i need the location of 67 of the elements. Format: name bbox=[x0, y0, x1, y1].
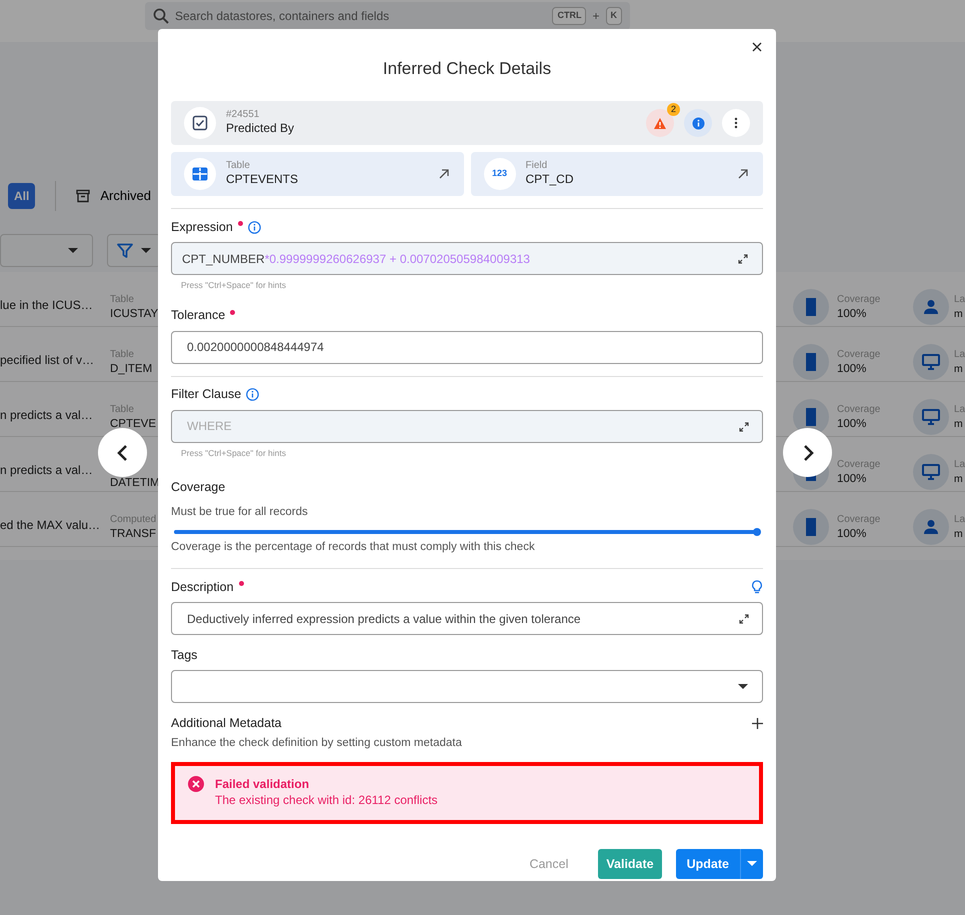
coverage-label: Coverage bbox=[837, 348, 880, 362]
user-label: La bbox=[954, 348, 965, 362]
expression-field[interactable]: CPT_NUMBER*0.9999999260626937 + 0.007020505984009313 bbox=[171, 242, 763, 275]
count-badge: 2 bbox=[666, 103, 680, 116]
coverage-label: Coverage bbox=[837, 513, 880, 527]
coverage-caption: Coverage is the percentage of records that must comply with this check bbox=[171, 540, 536, 555]
table-cell-text: pecified list of v… bbox=[0, 352, 96, 369]
link-card[interactable]: Table CPTEVENTS bbox=[171, 152, 464, 196]
container-type-label: Table bbox=[110, 348, 135, 362]
coverage-subtitle: Must be true for all records bbox=[171, 504, 309, 520]
field-label: Filter Clause bbox=[171, 386, 242, 404]
user-name: m bbox=[954, 362, 964, 376]
container-name: D_ITEM bbox=[110, 362, 152, 376]
search-field[interactable]: Search datastores, containers and fields CTRL + K bbox=[145, 2, 630, 30]
container-type-label: Table bbox=[110, 292, 135, 306]
tolerance-field[interactable]: 0.0020000000848444974 bbox=[171, 330, 763, 364]
link-label: Table bbox=[226, 160, 251, 172]
user-label: La bbox=[954, 293, 965, 307]
container-name: TRANSF bbox=[110, 526, 156, 540]
container-type-label: Computed bbox=[110, 512, 156, 526]
hint-text: Press "Ctrl+Space" for hints bbox=[181, 446, 288, 460]
field-type-icon: 123 bbox=[492, 167, 508, 181]
coverage-value: 100% bbox=[837, 362, 868, 376]
user-label: La bbox=[954, 513, 965, 527]
user-label: La bbox=[954, 403, 965, 417]
coverage-value: 100% bbox=[837, 527, 868, 541]
link-label: Field bbox=[526, 160, 548, 172]
coverage-label: Coverage bbox=[837, 293, 880, 307]
table-cell-text: lue in the ICUS… bbox=[0, 297, 94, 314]
field-label: Tolerance bbox=[171, 307, 226, 324]
coverage-label: Coverage bbox=[837, 403, 880, 417]
filter-tab[interactable]: Archived bbox=[76, 186, 151, 206]
link-value: CPT_CD bbox=[526, 172, 575, 188]
user-name: m bbox=[954, 417, 964, 431]
field-label: Description bbox=[171, 578, 234, 596]
container-name: ICUSTAY bbox=[110, 306, 158, 320]
user-label: La bbox=[954, 458, 965, 472]
coverage-value: 100% bbox=[837, 417, 868, 431]
table-cell-text: ed the MAX valu… bbox=[0, 517, 102, 534]
user-name: m bbox=[954, 472, 964, 486]
check-name: Predicted By bbox=[226, 121, 296, 137]
dialog-title: Inferred Check Details bbox=[382, 59, 552, 80]
field-label: Coverage bbox=[171, 479, 226, 496]
check-id: #24551 bbox=[226, 109, 260, 122]
user-name: m bbox=[954, 307, 964, 321]
container-type-label: Table bbox=[110, 402, 135, 416]
filter-tab[interactable]: All bbox=[8, 183, 36, 209]
coverage-value: 100% bbox=[837, 307, 868, 321]
alert-message: The existing check with id: 26112 conflicts bbox=[215, 793, 438, 809]
section-title: Additional Metadata bbox=[171, 714, 282, 732]
link-card[interactable]: 123 Field CPT_CD bbox=[470, 152, 763, 196]
filter-clause-field[interactable]: WHERE bbox=[171, 410, 763, 443]
table-cell-text: n predicts a val… bbox=[0, 407, 94, 424]
description-field[interactable]: Deductively inferred expression predicts a value within the given tolerance bbox=[171, 602, 763, 635]
hint-text: Press "Ctrl+Space" for hints bbox=[181, 279, 288, 292]
coverage-value: 100% bbox=[837, 472, 868, 486]
field-label: Tags bbox=[171, 646, 198, 664]
container-name: CPTEVE bbox=[110, 416, 156, 430]
link-value: CPTEVENTS bbox=[226, 172, 300, 188]
section-subtitle: Enhance the check definition by setting custom metadata bbox=[171, 736, 463, 751]
update-button[interactable]: Update bbox=[676, 849, 740, 880]
user-name: m bbox=[954, 527, 964, 541]
container-name: DATETIM bbox=[110, 476, 160, 490]
table-cell-text: n predicts a val… bbox=[0, 462, 94, 479]
field-label: Expression bbox=[171, 218, 233, 236]
coverage-label: Coverage bbox=[837, 458, 880, 472]
alert-title: Failed validation bbox=[215, 776, 310, 794]
